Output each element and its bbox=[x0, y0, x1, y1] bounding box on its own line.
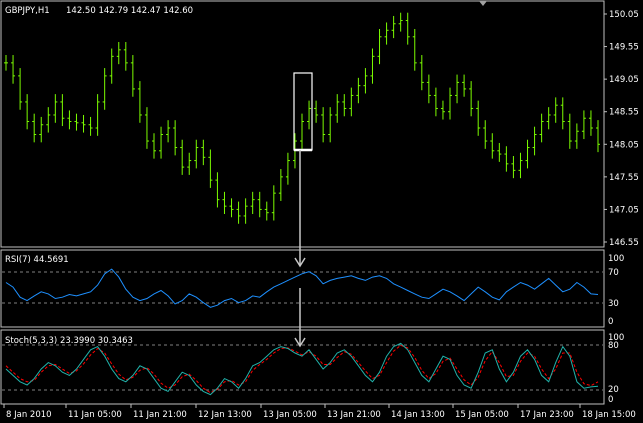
time-tick-label: 13 Jan 21:00 bbox=[327, 410, 381, 420]
time-tick-label: 11 Jan 21:00 bbox=[133, 410, 187, 420]
time-tick-label: 13 Jan 05:00 bbox=[263, 410, 317, 420]
rsi-tick: 70 bbox=[608, 268, 619, 278]
time-tick-label: 14 Jan 13:00 bbox=[391, 410, 445, 420]
ohlc-label: 142.50 142.79 142.47 142.60 bbox=[66, 6, 193, 16]
stoch-tick: 80 bbox=[608, 341, 619, 351]
price-tick-label: 146.55 bbox=[609, 238, 639, 248]
price-tick-label: 149.55 bbox=[609, 43, 639, 53]
price-tick-label: 150.05 bbox=[609, 10, 639, 20]
price-tick-label: 148.05 bbox=[609, 140, 639, 150]
stoch-label: Stoch(5,3,3) 23.3990 30.3463 bbox=[5, 336, 133, 346]
chart-background bbox=[0, 0, 643, 423]
time-tick-label: 15 Jan 05:00 bbox=[455, 410, 509, 420]
time-tick-label: 8 Jan 2010 bbox=[6, 410, 52, 420]
stoch-tick: 0 bbox=[608, 395, 613, 405]
time-tick-label: 12 Jan 13:00 bbox=[198, 410, 252, 420]
stoch-tick: 20 bbox=[608, 385, 619, 395]
price-tick-label: 149.05 bbox=[609, 75, 639, 85]
price-tick-label: 148.55 bbox=[609, 108, 639, 118]
symbol-label: GBPJPY,H1 bbox=[5, 6, 50, 16]
price-tick-label: 147.05 bbox=[609, 205, 639, 215]
rsi-tick: 100 bbox=[608, 254, 624, 264]
time-tick-label: 17 Jan 23:00 bbox=[520, 410, 574, 420]
rsi-tick: 0 bbox=[608, 317, 613, 327]
trading-chart[interactable]: 150.05 149.55 149.05 148.55 148.05 147.55 147.… bbox=[0, 0, 643, 423]
rsi-tick: 30 bbox=[608, 299, 619, 309]
time-tick-label: 18 Jan 15:00 bbox=[582, 410, 636, 420]
rsi-label: RSI(7) 44.5691 bbox=[5, 255, 69, 265]
time-tick-label: 11 Jan 05:00 bbox=[68, 410, 122, 420]
price-tick-label: 147.55 bbox=[609, 173, 639, 183]
